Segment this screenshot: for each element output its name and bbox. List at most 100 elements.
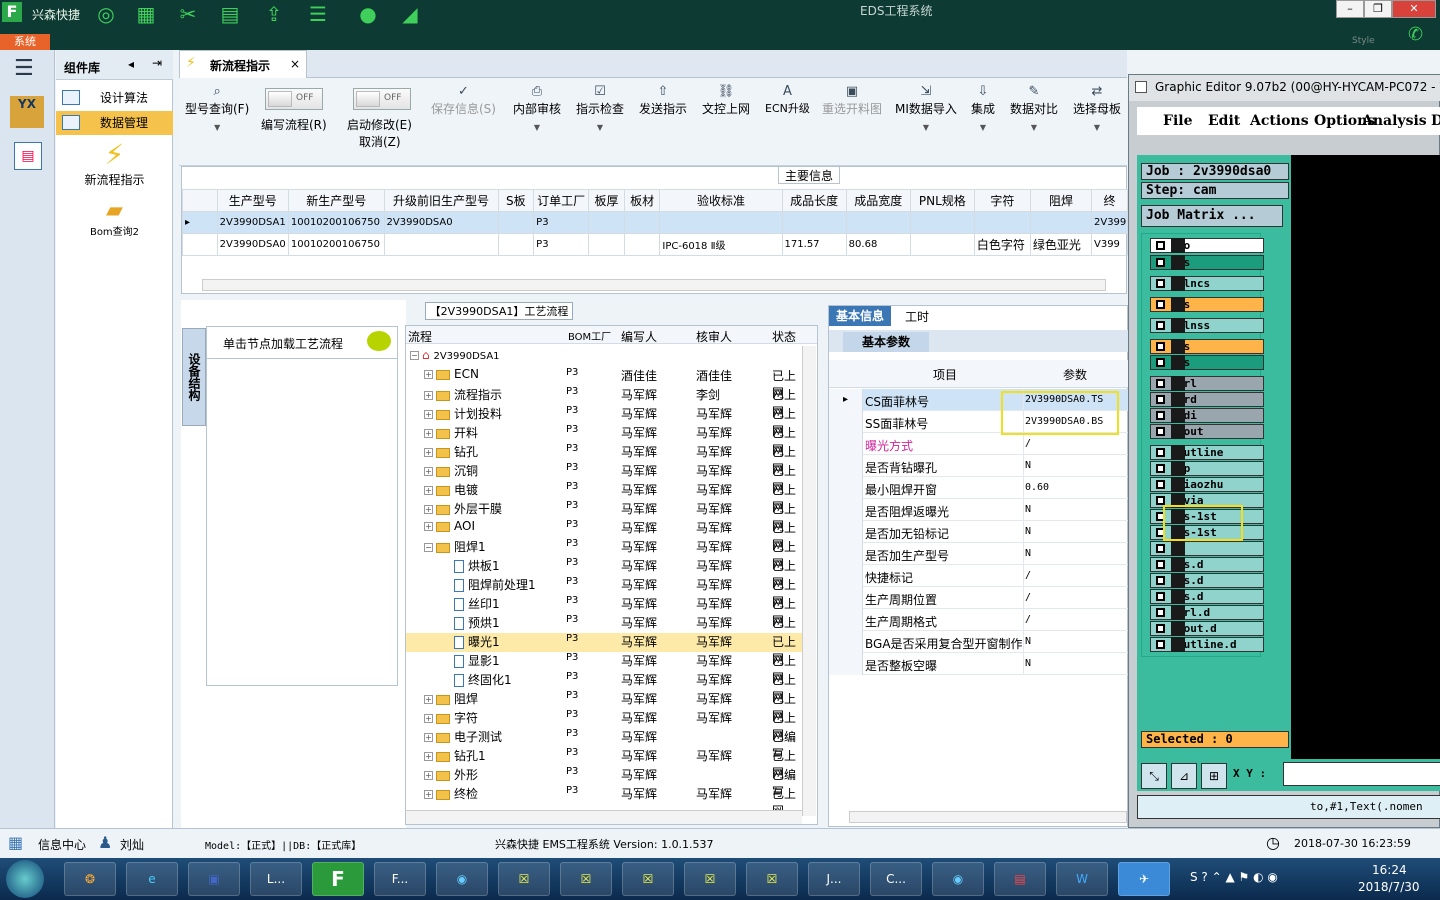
layer-checkbox[interactable]: [1156, 241, 1165, 250]
chat-icon[interactable]: [367, 331, 391, 351]
table-cell[interactable]: 2V3990DSA1: [216, 211, 289, 234]
layer-checkbox[interactable]: [1156, 342, 1165, 351]
horizontal-scrollbar[interactable]: [202, 279, 1106, 291]
layer-item[interactable]: tp: [1150, 461, 1264, 476]
table-cell[interactable]: [497, 233, 535, 256]
prop-row[interactable]: BGA是否采用复合型开窗制作 N: [829, 631, 1129, 653]
enable-modify-toggle[interactable]: OFF: [353, 88, 411, 110]
prop-value[interactable]: N: [1025, 504, 1031, 515]
prop-row[interactable]: 生产周期位置 /: [829, 587, 1129, 609]
expand-icon[interactable]: +: [424, 505, 433, 514]
table-cell[interactable]: 绿色亚光: [1029, 233, 1092, 256]
col-header[interactable]: 新生产型号: [287, 189, 385, 212]
layer-checkbox[interactable]: [1156, 624, 1165, 633]
layer-checkbox[interactable]: [1156, 321, 1165, 330]
tree-node[interactable]: + 钻孔 P3 马军辉 马军辉 已上网: [406, 443, 806, 476]
layer-item[interactable]: cs.d: [1150, 573, 1264, 588]
ge-command-line[interactable]: to,#1,Text(.nomen: [1137, 795, 1440, 819]
search-icon[interactable]: ◎: [94, 2, 118, 26]
tree-node[interactable]: 丝印1 P3 马军辉 马军辉 已上网: [406, 595, 806, 628]
layer-item[interactable]: drl.d: [1150, 605, 1264, 620]
layer-item[interactable]: outline: [1150, 445, 1264, 460]
tree-node[interactable]: + AOI P3 马军辉 马军辉 已上网: [406, 519, 806, 552]
layer-item[interactable]: ts: [1150, 255, 1264, 270]
table-cell[interactable]: [383, 233, 499, 256]
layer-item[interactable]: ss.d: [1150, 589, 1264, 604]
col-header[interactable]: 成品宽度: [845, 189, 911, 212]
menu-analysis[interactable]: Analysis: [1362, 113, 1427, 129]
reselect-image-button[interactable]: ▣ 重选开料图: [822, 84, 882, 117]
tree-node[interactable]: 阻焊前处理1 P3 马军辉 马军辉 已上网: [406, 576, 806, 609]
layer-item[interactable]: rout.d: [1150, 621, 1264, 636]
equipment-structure-tab[interactable]: 设备结构: [182, 328, 206, 426]
table-cell[interactable]: [781, 211, 847, 234]
layer-checkbox[interactable]: [1156, 448, 1165, 457]
prop-value[interactable]: 0.60: [1025, 482, 1049, 493]
table-cell[interactable]: [973, 211, 1031, 234]
layer-item[interactable]: biaozhu: [1150, 477, 1264, 492]
tree-node[interactable]: + 电镀 P3 马军辉 马军辉 已上网: [406, 481, 806, 514]
table-cell[interactable]: V399: [1090, 233, 1129, 256]
system-tab[interactable]: 系统: [0, 34, 50, 50]
layer-checkbox[interactable]: [1156, 300, 1165, 309]
ecn-upgrade-button[interactable]: A ECN升级: [765, 84, 810, 116]
menu-edit[interactable]: Edit: [1208, 113, 1240, 129]
layer-item[interactable]: outline.d: [1150, 637, 1264, 652]
hamburger-icon[interactable]: ☰: [14, 56, 34, 81]
expand-icon[interactable]: +: [424, 391, 433, 400]
layer-checkbox[interactable]: [1156, 544, 1165, 553]
prop-row[interactable]: 是否加生产型号 N: [829, 543, 1129, 565]
tab-close-icon[interactable]: ×: [290, 57, 300, 71]
taskbar-item[interactable]: C...: [870, 862, 922, 896]
layer-checkbox[interactable]: [1156, 560, 1165, 569]
tab-new-flow[interactable]: ⚡ 新流程指示 ×: [179, 50, 307, 78]
tree-node[interactable]: + 外层干膜 P3 马军辉 马军辉 已上网: [406, 500, 806, 533]
ge-canvas[interactable]: [1291, 155, 1440, 761]
prop-value[interactable]: /: [1025, 570, 1031, 581]
measure-icon[interactable]: ⊿: [1171, 763, 1197, 789]
table-cell[interactable]: P3: [533, 211, 590, 234]
taskbar-x-icon[interactable]: ☒: [622, 862, 674, 896]
table-cell[interactable]: [1029, 211, 1092, 234]
table-cell[interactable]: 2V3990DSA0: [383, 211, 499, 234]
layer-checkbox[interactable]: [1156, 640, 1165, 649]
mi-import-button[interactable]: ⇲ MI数据导入 ▼: [895, 84, 957, 132]
layer-item[interactable]: to: [1150, 238, 1264, 253]
table-row[interactable]: ▸ 2V3990DSA1 10010200106750 2V3990DSA0 P…: [182, 211, 1129, 234]
prop-value[interactable]: N: [1025, 526, 1031, 537]
layer-checkbox[interactable]: [1156, 411, 1165, 420]
taskbar-chat-icon[interactable]: ✈: [1118, 862, 1170, 896]
vertical-scrollbar[interactable]: [802, 346, 816, 816]
taskbar-item[interactable]: L...: [250, 862, 302, 896]
yx-module-icon[interactable]: YX: [10, 96, 44, 128]
calculator-icon[interactable]: ▦: [134, 2, 158, 26]
layer-item[interactable]: bs: [1150, 355, 1264, 370]
panel-item-design[interactable]: 设计算法: [56, 86, 173, 110]
tree-node[interactable]: 曝光1 P3 马军辉 马军辉 已上网: [406, 633, 806, 666]
taskbar-fish-icon[interactable]: ◉: [932, 862, 984, 896]
horizontal-scrollbar[interactable]: [406, 810, 802, 824]
style-label[interactable]: Style: [1352, 36, 1375, 46]
save-button[interactable]: ✓ 保存信息(S): [431, 84, 496, 117]
taskbar-x-icon[interactable]: ☒: [746, 862, 798, 896]
expand-icon[interactable]: +: [424, 448, 433, 457]
table-cell[interactable]: [623, 233, 661, 256]
prop-value[interactable]: /: [1025, 438, 1031, 449]
menu-file[interactable]: File: [1163, 113, 1192, 129]
layer-checkbox[interactable]: [1156, 427, 1165, 436]
prop-row[interactable]: 快捷标记 /: [829, 565, 1129, 587]
info-center-link[interactable]: 信息中心: [38, 836, 86, 853]
col-header[interactable]: 生产型号: [216, 189, 289, 212]
prop-row[interactable]: 最小阻焊开窗 0.60: [829, 477, 1129, 499]
table-row[interactable]: 2V3990DSA0 10010200106750 P3 IPC-6018 Ⅱ级…: [182, 233, 1129, 256]
menu-d[interactable]: D: [1431, 113, 1440, 129]
minimize-button[interactable]: –: [1336, 0, 1364, 18]
layer-checkbox[interactable]: [1156, 480, 1165, 489]
expand-icon[interactable]: +: [424, 790, 433, 799]
prop-value[interactable]: N: [1025, 548, 1031, 559]
taskbar-ie-icon[interactable]: e: [126, 862, 178, 896]
taskbar-save-icon[interactable]: ▣: [188, 862, 240, 896]
chart-icon[interactable]: ◢: [398, 2, 422, 26]
table-cell[interactable]: P3: [533, 233, 590, 256]
table-cell[interactable]: IPC-6018 Ⅱ级: [659, 233, 783, 256]
